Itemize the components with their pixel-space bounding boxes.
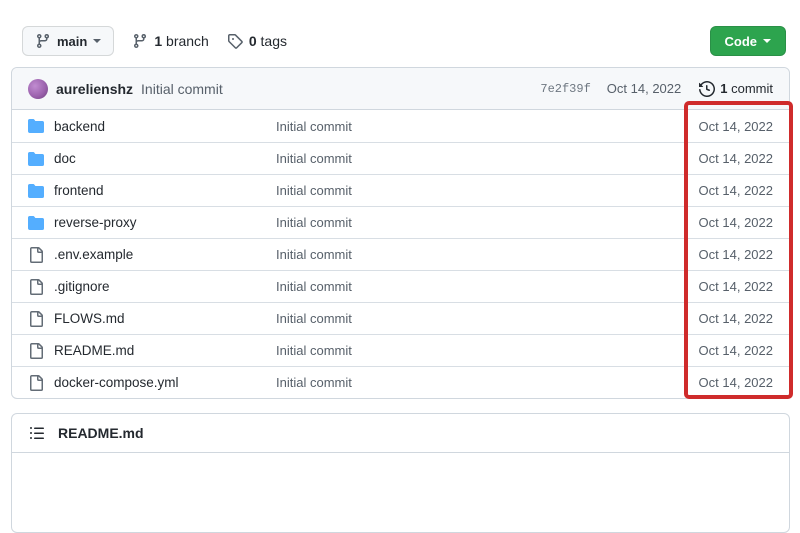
file-name-link[interactable]: README.md — [54, 343, 276, 358]
table-row: frontend Initial commit Oct 14, 2022 — [12, 174, 789, 206]
author-avatar[interactable] — [28, 79, 48, 99]
file-commit-message-link[interactable]: Initial commit — [276, 375, 663, 390]
file-commit-message-link[interactable]: Initial commit — [276, 119, 663, 134]
readme-title-link[interactable]: README.md — [58, 425, 144, 441]
list-unordered-icon[interactable] — [29, 425, 45, 441]
repo-stats: 1 branch 0 tags — [132, 33, 287, 49]
file-commit-message-link[interactable]: Initial commit — [276, 311, 663, 326]
readme-header: README.md — [12, 414, 789, 453]
folder-icon — [28, 118, 44, 134]
file-commit-date: Oct 14, 2022 — [663, 279, 773, 294]
file-commit-date: Oct 14, 2022 — [663, 375, 773, 390]
commit-date: Oct 14, 2022 — [607, 81, 681, 96]
latest-commit-bar: aurelienshz Initial commit 7e2f39f Oct 1… — [12, 68, 789, 110]
file-name-link[interactable]: .env.example — [54, 247, 276, 262]
file-commit-date: Oct 14, 2022 — [663, 215, 773, 230]
table-row: .gitignore Initial commit Oct 14, 2022 — [12, 270, 789, 302]
git-branch-icon — [35, 33, 51, 49]
file-commit-date: Oct 14, 2022 — [663, 119, 773, 134]
file-commit-message-link[interactable]: Initial commit — [276, 343, 663, 358]
file-commit-message-link[interactable]: Initial commit — [276, 215, 663, 230]
table-row: reverse-proxy Initial commit Oct 14, 202… — [12, 206, 789, 238]
file-commit-date: Oct 14, 2022 — [663, 183, 773, 198]
repo-toolbar: main 1 branch 0 tags Code — [0, 0, 800, 62]
branch-selector-button[interactable]: main — [22, 26, 114, 56]
tag-icon — [227, 33, 243, 49]
table-row: docker-compose.yml Initial commit Oct 14… — [12, 366, 789, 398]
code-button-label: Code — [725, 34, 758, 49]
file-commit-date: Oct 14, 2022 — [663, 311, 773, 326]
file-commit-date: Oct 14, 2022 — [663, 151, 773, 166]
readme-section: README.md — [11, 413, 790, 533]
file-browser-box: aurelienshz Initial commit 7e2f39f Oct 1… — [11, 67, 790, 399]
folder-icon — [28, 183, 44, 199]
branches-link[interactable]: 1 branch — [132, 33, 209, 49]
file-name-link[interactable]: reverse-proxy — [54, 215, 276, 230]
commit-author-link[interactable]: aurelienshz — [56, 81, 133, 97]
commit-count: 1 — [720, 81, 727, 96]
git-branch-icon — [132, 33, 148, 49]
file-commit-message-link[interactable]: Initial commit — [276, 279, 663, 294]
table-row: README.md Initial commit Oct 14, 2022 — [12, 334, 789, 366]
chevron-down-icon — [93, 39, 101, 43]
file-name-link[interactable]: docker-compose.yml — [54, 375, 276, 390]
commit-message-link[interactable]: Initial commit — [141, 81, 223, 97]
file-name-link[interactable]: backend — [54, 119, 276, 134]
file-commit-message-link[interactable]: Initial commit — [276, 151, 663, 166]
table-row: .env.example Initial commit Oct 14, 2022 — [12, 238, 789, 270]
file-name-link[interactable]: doc — [54, 151, 276, 166]
commit-history-link[interactable]: 1 commit — [699, 81, 773, 97]
table-row: doc Initial commit Oct 14, 2022 — [12, 142, 789, 174]
code-button[interactable]: Code — [710, 26, 787, 56]
branch-count-label: branch — [166, 33, 209, 49]
file-commit-message-link[interactable]: Initial commit — [276, 183, 663, 198]
file-name-link[interactable]: FLOWS.md — [54, 311, 276, 326]
chevron-down-icon — [763, 39, 771, 43]
branch-name-label: main — [57, 34, 87, 49]
file-icon — [28, 311, 44, 327]
tags-link[interactable]: 0 tags — [227, 33, 287, 49]
file-name-link[interactable]: .gitignore — [54, 279, 276, 294]
history-clock-icon — [699, 81, 715, 97]
file-name-link[interactable]: frontend — [54, 183, 276, 198]
file-commit-date: Oct 14, 2022 — [663, 247, 773, 262]
table-row: FLOWS.md Initial commit Oct 14, 2022 — [12, 302, 789, 334]
tag-count-label: tags — [261, 33, 287, 49]
tag-count: 0 — [249, 33, 257, 49]
folder-icon — [28, 215, 44, 231]
file-icon — [28, 279, 44, 295]
file-icon — [28, 375, 44, 391]
commit-hash-link[interactable]: 7e2f39f — [540, 82, 590, 96]
file-icon — [28, 247, 44, 263]
file-commit-date: Oct 14, 2022 — [663, 343, 773, 358]
table-row: backend Initial commit Oct 14, 2022 — [12, 110, 789, 142]
file-commit-message-link[interactable]: Initial commit — [276, 247, 663, 262]
commit-count-label: commit — [731, 81, 773, 96]
folder-icon — [28, 151, 44, 167]
file-icon — [28, 343, 44, 359]
branch-count: 1 — [154, 33, 162, 49]
file-table: backend Initial commit Oct 14, 2022 doc … — [12, 110, 789, 398]
